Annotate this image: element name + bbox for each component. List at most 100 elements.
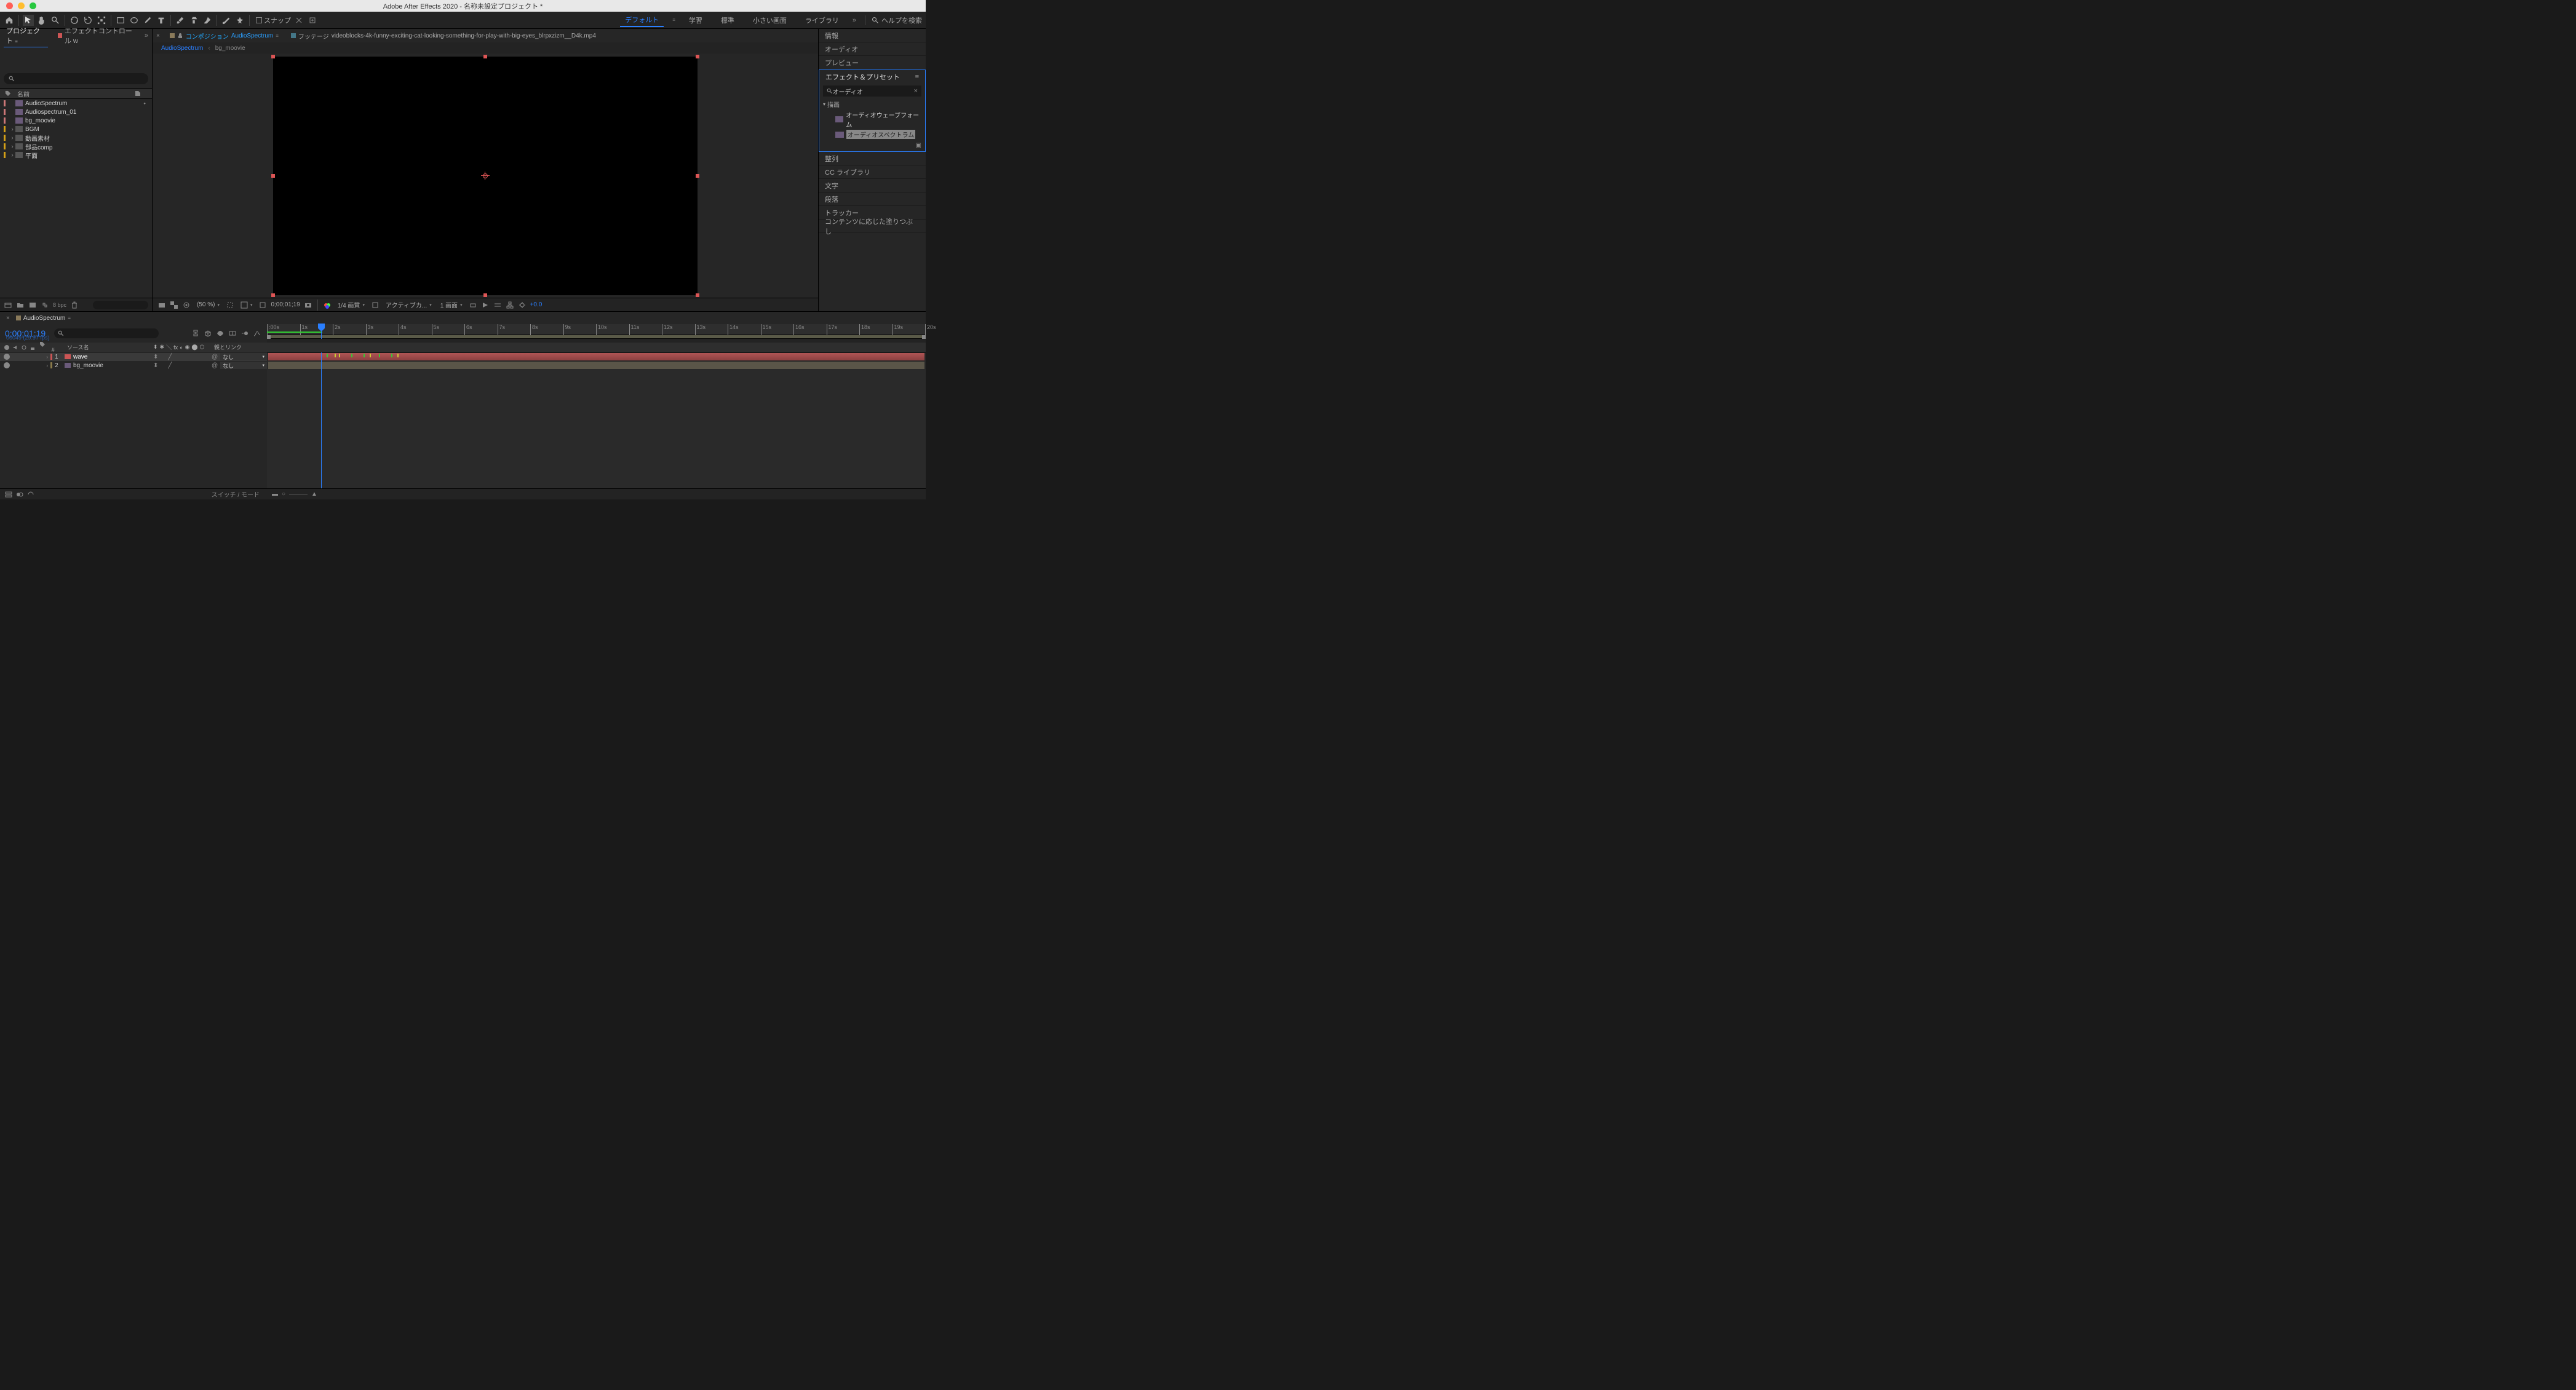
always-preview-icon[interactable] [157, 301, 166, 309]
twirl-icon[interactable]: › [46, 354, 48, 360]
roi-icon[interactable] [226, 301, 234, 309]
panel-cc-library[interactable]: CC ライブラリ [819, 165, 926, 178]
workspace-default[interactable]: デフォルト [620, 14, 664, 27]
pixel-aspect-icon[interactable] [469, 301, 477, 309]
comp-mini-flowchart-icon[interactable] [191, 328, 201, 338]
motion-blur-icon[interactable] [240, 328, 250, 338]
transform-handle[interactable] [696, 293, 699, 297]
project-item[interactable]: bg_moovie [0, 116, 152, 125]
toggle-switches-icon[interactable] [5, 491, 12, 498]
close-window-button[interactable] [6, 2, 13, 9]
breadcrumb-current[interactable]: AudioSpectrum [161, 45, 203, 52]
current-time-indicator[interactable] [321, 324, 322, 339]
pickwhip-icon[interactable]: @ [212, 354, 218, 360]
workspace-standard[interactable]: 標準 [716, 14, 739, 26]
zoom-dropdown[interactable]: (50 %) [194, 301, 222, 308]
snapshot-icon[interactable] [304, 301, 312, 309]
color-depth-label[interactable]: 8 bpc [53, 302, 66, 308]
tab-footage[interactable]: フッテージ videoblocks-4k-funny-exciting-cat-… [285, 30, 602, 42]
twirl-icon[interactable]: › [9, 126, 15, 133]
transform-handle[interactable] [271, 55, 275, 58]
twirl-icon[interactable]: › [46, 363, 48, 368]
panel-menu-icon[interactable]: ≡ [915, 73, 919, 81]
views-dropdown[interactable]: 1 画面 [438, 300, 465, 309]
tab-effect-controls[interactable]: エフェクトコントロール w [52, 24, 141, 47]
viewer-timecode[interactable]: 0;00;01;19 [271, 301, 300, 308]
snap-options-2-icon[interactable] [307, 15, 318, 26]
toggle-modes-icon[interactable] [16, 491, 23, 498]
label-color-icon[interactable] [50, 362, 52, 368]
effects-search-box[interactable]: × [823, 85, 921, 97]
interpret-footage-icon[interactable] [4, 301, 12, 309]
layer-duration-bar[interactable] [268, 362, 924, 369]
grid-guides-dropdown[interactable] [238, 301, 255, 309]
transform-handle[interactable] [483, 55, 487, 58]
work-area-start-handle[interactable] [267, 335, 271, 339]
new-folder-icon[interactable] [16, 301, 25, 309]
snap-options-icon[interactable] [293, 15, 304, 26]
workspace-library[interactable]: ライブラリ [800, 14, 844, 26]
mask-visibility-icon[interactable] [182, 301, 191, 309]
pickwhip-icon[interactable]: @ [212, 362, 218, 369]
project-item[interactable]: ›平面 [0, 151, 152, 159]
project-item[interactable]: AudioSpectrum⬩ [0, 99, 152, 108]
transparency-grid-icon[interactable] [170, 301, 178, 309]
draft-3d-icon[interactable] [203, 328, 213, 338]
work-area-bar[interactable] [267, 335, 926, 339]
pen-tool-icon[interactable] [142, 15, 153, 26]
tabs-overflow-icon[interactable]: » [141, 32, 152, 39]
transform-handle[interactable] [271, 174, 275, 178]
fast-preview-icon[interactable] [481, 301, 490, 309]
close-tab-icon[interactable]: × [153, 33, 164, 39]
reset-exposure-icon[interactable] [518, 301, 527, 309]
workspace-small[interactable]: 小さい画面 [748, 14, 792, 26]
effects-search-input[interactable] [833, 88, 914, 95]
panel-audio[interactable]: オーディオ [819, 42, 926, 55]
channels-icon[interactable] [258, 301, 267, 309]
flowchart-icon[interactable] [506, 301, 514, 309]
workspace-overflow-icon[interactable]: » [853, 17, 856, 24]
switches-modes-toggle[interactable]: スイッチ / モード [212, 490, 260, 499]
tab-composition[interactable]: コンポジション AudioSpectrum ≡ [164, 30, 285, 42]
apply-effect-icon[interactable]: ▣ [916, 142, 921, 149]
work-area-end-handle[interactable] [922, 335, 926, 339]
project-item[interactable]: ›BGM [0, 125, 152, 133]
composition-canvas[interactable] [273, 57, 698, 295]
timeline-search-input[interactable] [54, 328, 159, 338]
project-search-input[interactable] [4, 73, 148, 84]
eraser-tool-icon[interactable] [202, 15, 213, 26]
panel-info[interactable]: 情報 [819, 29, 926, 42]
roto-brush-tool-icon[interactable] [221, 15, 232, 26]
workspace-learn[interactable]: 学習 [684, 14, 707, 26]
timeline-icon[interactable] [493, 301, 502, 309]
trash-icon[interactable] [70, 301, 79, 309]
visibility-toggle-icon[interactable] [4, 354, 10, 360]
panel-preview[interactable]: プレビュー [819, 56, 926, 69]
workspace-menu-icon[interactable]: ≡ [672, 17, 675, 23]
transform-handle[interactable] [696, 55, 699, 58]
camera-dropdown[interactable]: アクティブカ... [383, 300, 434, 309]
project-item[interactable]: ›部品comp [0, 142, 152, 151]
twirl-icon[interactable]: › [9, 152, 15, 159]
twirl-icon[interactable]: › [9, 135, 15, 141]
fast-previews-icon[interactable] [371, 301, 380, 309]
timeline-tab[interactable]: AudioSpectrum ≡ [12, 314, 74, 323]
timeline-layer-row[interactable]: ›2 bg_moovie ⬍╱ @なし [0, 361, 926, 370]
effect-item-spectrum[interactable]: オーディオスペクトラム [823, 129, 921, 140]
timeline-layer-row[interactable]: ›1 wave ⬍╱ @なし [0, 352, 926, 361]
transform-handle[interactable] [271, 293, 275, 297]
effect-item-waveform[interactable]: オーディオウェーブフォーム [823, 109, 921, 129]
visibility-toggle-icon[interactable] [4, 362, 10, 368]
label-color-icon[interactable] [50, 354, 52, 360]
time-ruler[interactable]: :00s1s2s3s4s5s6s7s8s9s10s11s12s13s14s15s… [267, 324, 926, 335]
graph-editor-icon[interactable] [252, 328, 262, 338]
toggle-transfer-icon[interactable] [27, 491, 34, 498]
snap-toggle[interactable]: スナップ [256, 15, 291, 25]
zoom-slider-handle[interactable]: ○ [282, 491, 285, 498]
resolution-dropdown[interactable]: 1/4 画質 [335, 300, 367, 309]
text-tool-icon[interactable] [156, 15, 167, 26]
parent-dropdown[interactable]: なし [220, 353, 267, 360]
layer-duration-bar[interactable] [268, 353, 924, 360]
maximize-window-button[interactable] [30, 2, 36, 9]
tab-project[interactable]: プロジェクト ≡ [0, 24, 52, 47]
